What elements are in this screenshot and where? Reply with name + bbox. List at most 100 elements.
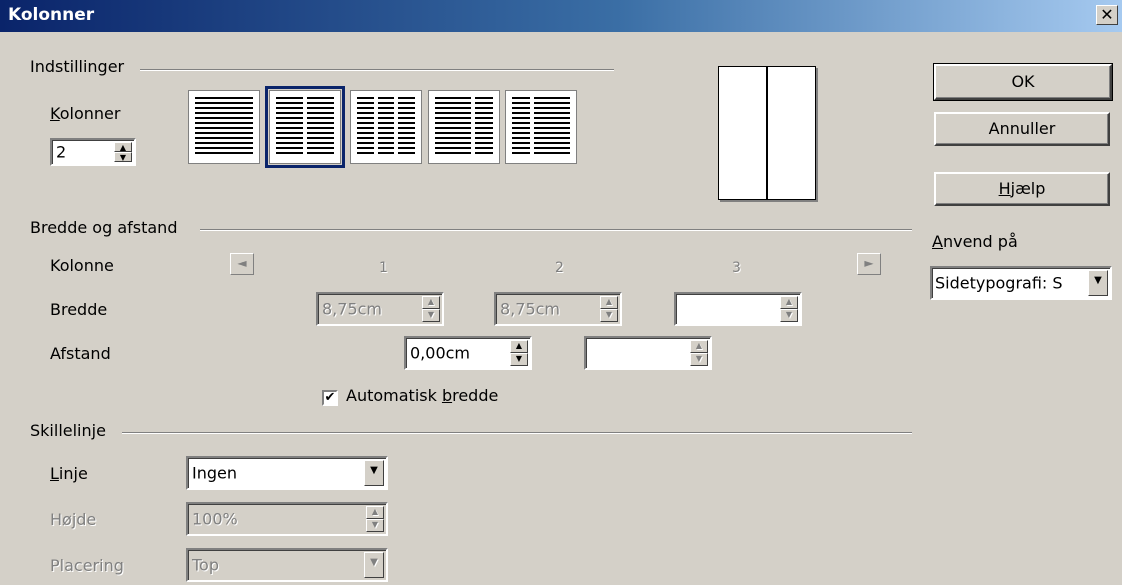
width-value-2: 8,75cm <box>500 299 561 319</box>
width-group-line <box>200 229 912 231</box>
ok-button[interactable]: OK <box>933 63 1113 101</box>
width-field-3[interactable]: ▲ ▼ <box>674 292 802 326</box>
preset-two-columns[interactable] <box>265 86 345 168</box>
width-group-title: Bredde og afstand <box>30 218 184 237</box>
cancel-label: Annuller <box>988 119 1056 138</box>
preview-divider <box>766 67 768 199</box>
dialog-title: Kolonner <box>8 5 95 25</box>
help-label-rest: jælp <box>1010 179 1046 198</box>
spin-up-icon[interactable]: ▲ <box>780 296 798 309</box>
columns-spinbox[interactable]: 2 ▲ ▼ <box>50 138 136 166</box>
auto-width-label-post: redde <box>452 386 499 405</box>
apply-label-rest: nvend på <box>942 232 1018 251</box>
width-label: Bredde <box>50 300 108 319</box>
spin-up-icon[interactable]: ▲ <box>690 340 708 353</box>
spacing-value-1: 0,00cm <box>410 343 471 363</box>
apply-to-select[interactable]: Sidetypografi: S ▼ <box>930 266 1112 300</box>
line-accesskey: L <box>50 464 59 483</box>
apply-accesskey: A <box>932 232 943 251</box>
spacing-1-spin[interactable]: ▲ ▼ <box>510 340 528 366</box>
spacing-field-2[interactable]: ▲ ▼ <box>584 336 712 370</box>
line-select[interactable]: Ingen ▼ <box>186 456 388 490</box>
chevron-down-icon[interactable]: ▼ <box>1088 270 1108 296</box>
width-value-1: 8,75cm <box>322 299 383 319</box>
spin-up-icon[interactable]: ▲ <box>600 296 618 309</box>
position-select[interactable]: Top ▼ <box>186 548 388 582</box>
two-column-right-wide-icon <box>512 97 530 157</box>
column-preview <box>718 66 816 200</box>
preset-left-wide[interactable] <box>428 90 500 164</box>
spin-down-icon[interactable]: ▼ <box>510 353 528 366</box>
column-stripe <box>398 97 416 157</box>
column-stripe <box>534 97 570 157</box>
column-stripe <box>307 97 334 157</box>
preset-three-columns[interactable] <box>350 90 422 164</box>
spin-up-icon[interactable]: ▲ <box>422 296 440 309</box>
settings-group-line <box>140 69 614 71</box>
spacing-label: Afstand <box>50 344 111 363</box>
one-column-icon <box>195 97 253 157</box>
separator-group-title: Skillelinje <box>30 421 112 440</box>
width-field-1[interactable]: 8,75cm ▲ ▼ <box>316 292 444 326</box>
height-label: Højde <box>50 510 97 529</box>
auto-width-accesskey: b <box>441 386 453 405</box>
spacing-field-1[interactable]: 0,00cm ▲ ▼ <box>404 336 532 370</box>
spin-down-icon[interactable]: ▼ <box>690 353 708 366</box>
col-number-3: 3 <box>732 260 741 276</box>
col-number-1: 1 <box>379 260 388 276</box>
line-label-rest: inje <box>58 464 88 483</box>
column-label: Kolonne <box>50 256 114 275</box>
width-1-spin[interactable]: ▲ ▼ <box>422 296 440 322</box>
spin-down-icon[interactable]: ▼ <box>114 152 132 162</box>
apply-to-value: Sidetypografi: S <box>935 273 1063 293</box>
auto-width-label[interactable]: Automatisk bredde <box>346 386 498 405</box>
width-3-spin[interactable]: ▲ ▼ <box>780 296 798 322</box>
help-button[interactable]: Hjælp <box>934 172 1110 206</box>
preset-one-column[interactable] <box>188 90 260 164</box>
arrow-left-icon[interactable]: ◄ <box>230 253 254 275</box>
column-stripe <box>377 97 395 157</box>
spin-up-icon[interactable]: ▲ <box>366 506 384 519</box>
line-label: Linje <box>50 464 88 483</box>
spacing-2-spin[interactable]: ▲ ▼ <box>690 340 708 366</box>
apply-to-label: Anvend på <box>932 232 1018 251</box>
three-column-icon <box>357 97 374 157</box>
spin-up-icon[interactable]: ▲ <box>510 340 528 353</box>
chevron-down-icon[interactable]: ▼ <box>364 460 384 486</box>
line-value: Ingen <box>192 463 237 483</box>
position-value: Top <box>192 555 219 575</box>
columns-label-rest: olonner <box>59 104 121 123</box>
close-icon: ✕ <box>1100 5 1114 24</box>
columns-value: 2 <box>56 142 67 162</box>
arrow-right-icon[interactable]: ► <box>857 253 881 275</box>
close-button[interactable]: ✕ <box>1096 5 1118 25</box>
chevron-down-icon[interactable]: ▼ <box>364 552 384 578</box>
col-number-2: 2 <box>555 260 564 276</box>
preset-right-wide[interactable] <box>505 90 577 164</box>
cancel-button[interactable]: Annuller <box>934 112 1110 146</box>
height-field[interactable]: 100% ▲ ▼ <box>186 502 388 536</box>
settings-group-title: Indstillinger <box>30 57 131 76</box>
spin-up-icon[interactable]: ▲ <box>114 142 132 152</box>
two-column-icon <box>276 97 303 157</box>
height-value: 100% <box>192 509 238 529</box>
position-label: Placering <box>50 556 124 575</box>
checkmark-icon: ✔ <box>324 390 336 405</box>
spin-down-icon[interactable]: ▼ <box>780 309 798 322</box>
two-column-left-wide-icon <box>435 97 471 157</box>
ok-label: OK <box>1011 72 1035 91</box>
columns-label-accesskey: K <box>50 104 60 123</box>
columns-spin-buttons[interactable]: ▲ ▼ <box>114 142 132 162</box>
column-stripe <box>475 97 493 157</box>
auto-width-label-pre: Automatisk <box>346 386 442 405</box>
spin-down-icon[interactable]: ▼ <box>366 519 384 532</box>
height-spin[interactable]: ▲ ▼ <box>366 506 384 532</box>
width-2-spin[interactable]: ▲ ▼ <box>600 296 618 322</box>
separator-group-line <box>122 432 912 434</box>
spin-down-icon[interactable]: ▼ <box>422 309 440 322</box>
auto-width-checkbox[interactable]: ✔ <box>322 390 338 406</box>
help-accesskey: H <box>998 179 1011 198</box>
width-field-2[interactable]: 8,75cm ▲ ▼ <box>494 292 622 326</box>
title-bar <box>0 0 1122 32</box>
spin-down-icon[interactable]: ▼ <box>600 309 618 322</box>
